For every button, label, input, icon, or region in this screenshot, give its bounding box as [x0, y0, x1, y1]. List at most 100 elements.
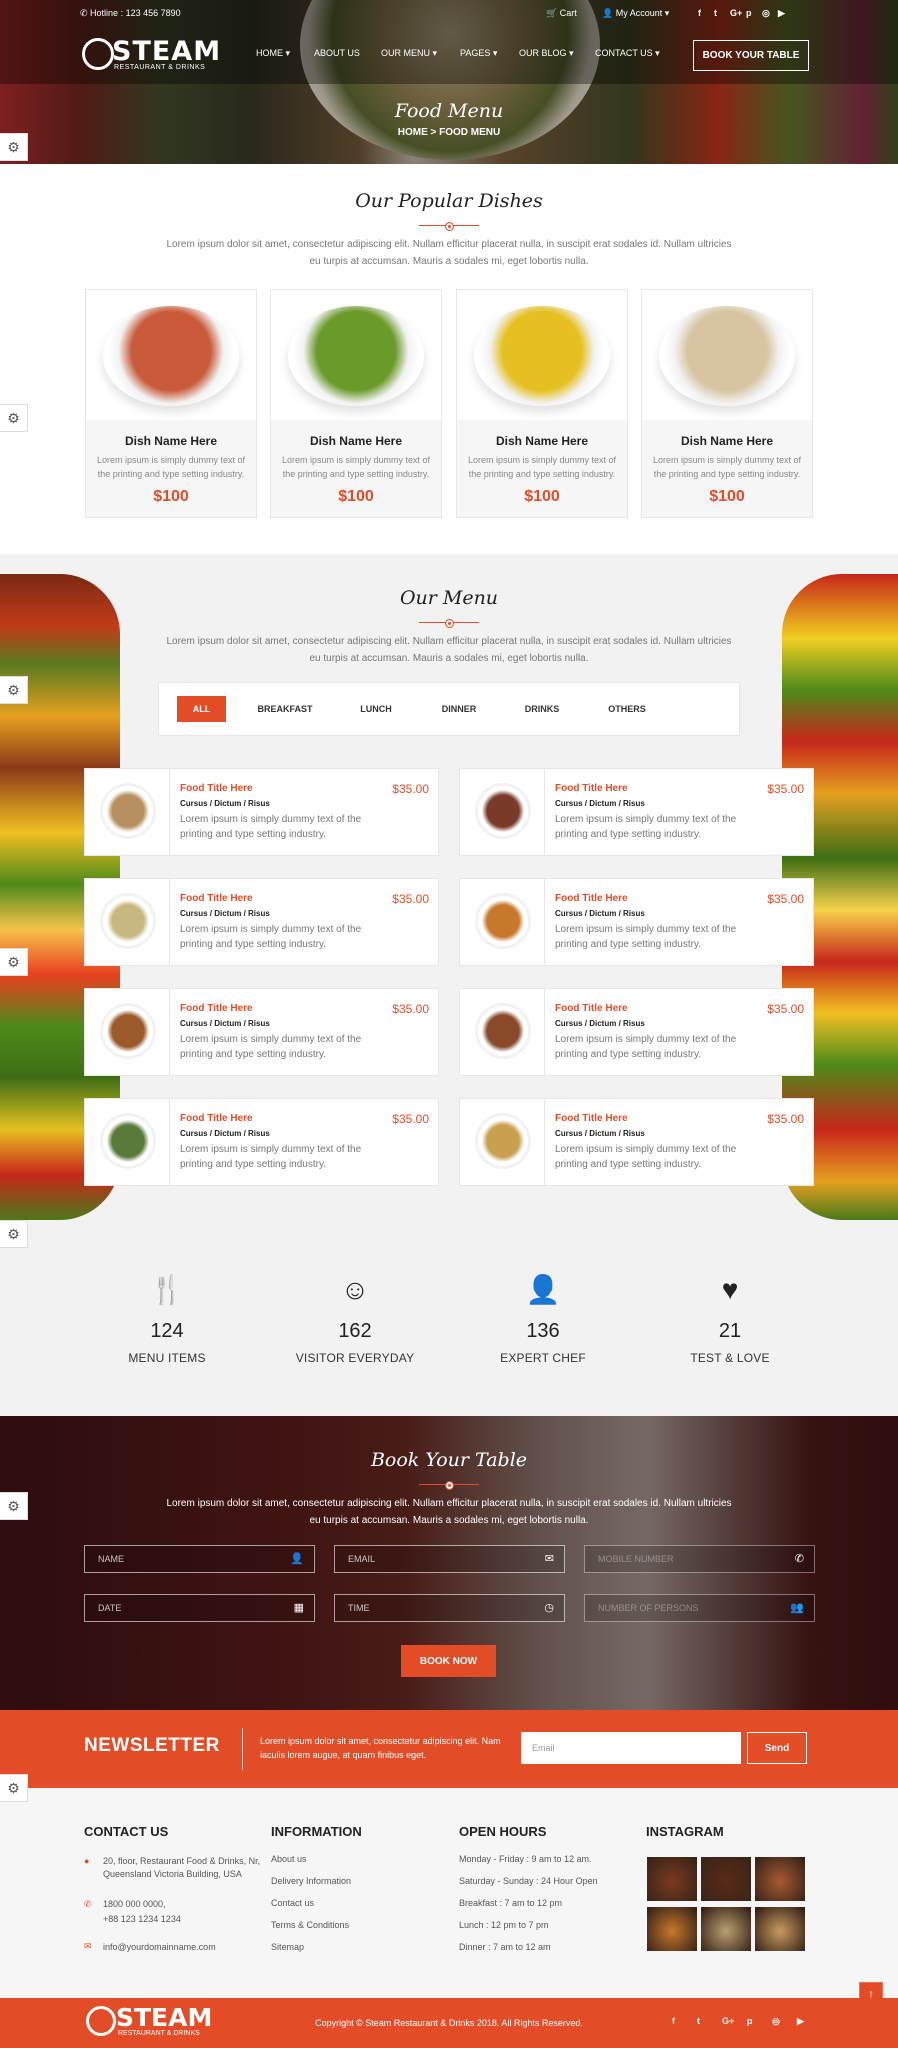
menu-item-price: $35.00 — [392, 782, 429, 796]
envelope-icon: ✉ — [544, 1553, 554, 1565]
breadcrumb[interactable]: HOME > FOOD MENU — [0, 127, 898, 138]
menu-item-title[interactable]: Food Title Here — [180, 893, 253, 904]
twitter-icon[interactable]: t — [697, 2016, 700, 2026]
menu-item[interactable]: Food Title Here Cursus / Dictum / Risus … — [459, 878, 814, 966]
phone-icon: ✆ — [794, 1553, 804, 1565]
gear-icon[interactable]: ⚙ — [0, 1220, 28, 1248]
gear-icon[interactable]: ⚙ — [0, 404, 28, 432]
instagram-photo[interactable] — [701, 1907, 751, 1951]
google-plus-icon[interactable]: G+ — [722, 2016, 734, 2026]
chef-icon: 👤 — [525, 1274, 561, 1305]
footer-phone-2: +88 123 1234 1234 — [103, 1914, 181, 1924]
instagram-photo[interactable] — [647, 1857, 697, 1901]
gear-icon[interactable]: ⚙ — [0, 676, 28, 704]
newsletter-send-button[interactable]: Send — [747, 1732, 807, 1764]
instagram-photo[interactable] — [701, 1857, 751, 1901]
nav-home[interactable]: HOME ▾ — [256, 48, 290, 59]
menu-item-image — [475, 893, 531, 949]
page-title: Food Menu — [394, 100, 504, 122]
nav-about-us[interactable]: ABOUT US — [314, 48, 360, 58]
date-field[interactable]: DATE ▦ — [84, 1594, 315, 1622]
newsletter-email-input[interactable]: Email — [521, 1732, 741, 1764]
menu-item-image — [475, 1113, 531, 1169]
menu-item-title[interactable]: Food Title Here — [180, 783, 253, 794]
nav-contact-us[interactable]: CONTACT US ▾ — [595, 48, 660, 59]
menu-item-price: $35.00 — [767, 892, 804, 906]
instagram-photo[interactable] — [755, 1857, 805, 1901]
menu-item-title[interactable]: Food Title Here — [555, 1003, 628, 1014]
menu-item[interactable]: Food Title Here Cursus / Dictum / Risus … — [459, 1098, 814, 1186]
dish-card[interactable]: Dish Name Here Lorem ipsum is simply dum… — [85, 289, 257, 518]
facebook-icon[interactable]: f — [698, 8, 701, 18]
gear-icon[interactable]: ⚙ — [0, 133, 28, 161]
menu-item[interactable]: Food Title Here Cursus / Dictum / Risus … — [84, 988, 439, 1076]
menu-item-price: $35.00 — [392, 892, 429, 906]
menu-item[interactable]: Food Title Here Cursus / Dictum / Risus … — [84, 878, 439, 966]
hours-line: Breakfast : 7 am to 12 pm — [459, 1898, 563, 1908]
menu-item[interactable]: Food Title Here Cursus / Dictum / Risus … — [459, 988, 814, 1076]
menu-item-image — [475, 1003, 531, 1059]
nav-our-menu[interactable]: OUR MENU ▾ — [381, 48, 437, 59]
instagram-photo[interactable] — [647, 1907, 697, 1951]
menu-item[interactable]: Food Title Here Cursus / Dictum / Risus … — [84, 768, 439, 856]
dish-card[interactable]: Dish Name Here Lorem ipsum is simply dum… — [641, 289, 813, 518]
menu-item-price: $35.00 — [767, 782, 804, 796]
tab-all[interactable]: ALL — [177, 696, 226, 722]
gear-icon[interactable]: ⚙ — [0, 948, 28, 976]
menu-item-title[interactable]: Food Title Here — [555, 893, 628, 904]
youtube-icon[interactable]: ▶ — [778, 8, 785, 19]
google-plus-icon[interactable]: G+ — [730, 8, 742, 18]
menu-item[interactable]: Food Title Here Cursus / Dictum / Risus … — [459, 768, 814, 856]
cart-link[interactable]: 🛒 Cart — [546, 8, 577, 19]
users-icon: 👥 — [790, 1602, 804, 1614]
facebook-icon[interactable]: f — [672, 2016, 675, 2026]
footer-link-contact[interactable]: Contact us — [271, 1897, 314, 1910]
dish-image — [288, 306, 424, 406]
mobile-number-field[interactable]: MOBILE NUMBER ✆ — [584, 1545, 815, 1573]
tab-others[interactable]: OTHERS — [596, 696, 658, 722]
footer-link-delivery[interactable]: Delivery Information — [271, 1875, 351, 1888]
book-now-button[interactable]: BOOK NOW — [401, 1645, 496, 1677]
menu-item-price: $35.00 — [392, 1112, 429, 1126]
persons-field[interactable]: NUMBER OF PERSONS 👥 — [584, 1594, 815, 1622]
tab-lunch[interactable]: LUNCH — [345, 696, 407, 722]
tab-breakfast[interactable]: BREAKFAST — [250, 696, 320, 722]
name-field[interactable]: NAME 👤 — [84, 1545, 315, 1573]
dish-card[interactable]: Dish Name Here Lorem ipsum is simply dum… — [270, 289, 442, 518]
menu-item-image — [475, 783, 531, 839]
menu-item-price: $35.00 — [392, 1002, 429, 1016]
twitter-icon[interactable]: t — [714, 8, 717, 18]
clock-icon: ◷ — [544, 1602, 554, 1614]
nav-our-blog[interactable]: OUR BLOG ▾ — [519, 48, 574, 59]
book-table-button[interactable]: BOOK YOUR TABLE — [693, 40, 809, 71]
logo-mark — [82, 38, 114, 70]
gear-icon[interactable]: ⚙ — [0, 1492, 28, 1520]
menu-item-title[interactable]: Food Title Here — [555, 1113, 628, 1124]
youtube-icon[interactable]: ▶ — [797, 2016, 804, 2027]
pinterest-icon[interactable]: p — [746, 8, 752, 18]
dish-card[interactable]: Dish Name Here Lorem ipsum is simply dum… — [456, 289, 628, 518]
menu-item[interactable]: Food Title Here Cursus / Dictum / Risus … — [84, 1098, 439, 1186]
my-account-menu[interactable]: 👤 My Account ▾ — [602, 8, 669, 19]
menu-item-price: $35.00 — [767, 1002, 804, 1016]
instagram-icon[interactable]: ◎ — [772, 2016, 780, 2027]
footer-link-terms[interactable]: Terms & Conditions — [271, 1919, 349, 1932]
instagram-photo[interactable] — [755, 1907, 805, 1951]
email-field[interactable]: EMAIL ✉ — [334, 1545, 565, 1573]
time-field[interactable]: TIME ◷ — [334, 1594, 565, 1622]
gear-icon[interactable]: ⚙ — [0, 1774, 28, 1802]
menu-item-title[interactable]: Food Title Here — [180, 1003, 253, 1014]
menu-item-title[interactable]: Food Title Here — [555, 783, 628, 794]
hotline: ✆ Hotline : 123 456 7890 — [80, 8, 181, 18]
tab-drinks[interactable]: DRINKS — [511, 696, 573, 722]
nav-pages[interactable]: PAGES ▾ — [460, 48, 497, 59]
dish-image — [474, 306, 610, 406]
tab-dinner[interactable]: DINNER — [428, 696, 490, 722]
footer-email[interactable]: info@yourdomainname.com — [103, 1941, 216, 1954]
pinterest-icon[interactable]: p — [747, 2016, 753, 2026]
footer-link-about[interactable]: About us — [271, 1853, 307, 1866]
instagram-icon[interactable]: ◎ — [762, 8, 770, 19]
booking-intro: Lorem ipsum dolor sit amet, consectetur … — [166, 1498, 732, 1526]
footer-link-sitemap[interactable]: Sitemap — [271, 1941, 304, 1954]
menu-item-title[interactable]: Food Title Here — [180, 1113, 253, 1124]
